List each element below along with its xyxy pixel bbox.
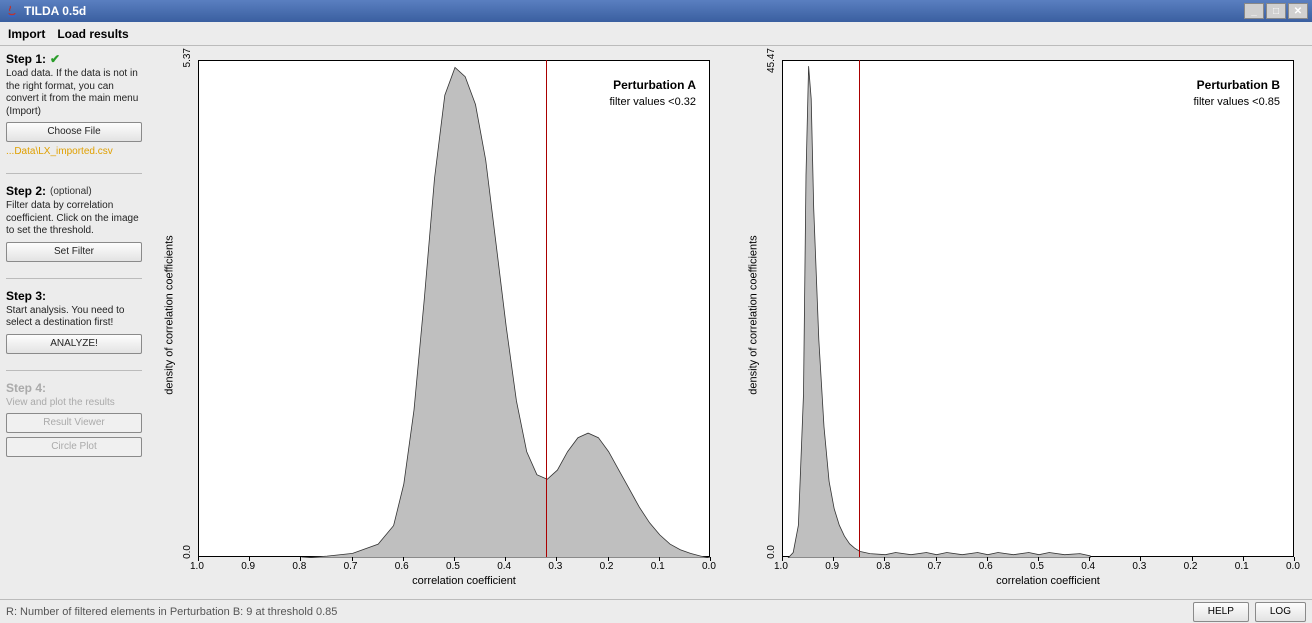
- threshold-line[interactable]: [859, 60, 860, 557]
- statusbar: R: Number of filtered elements in Pertur…: [0, 599, 1312, 623]
- step-2: Step 2: (optional) Filter data by correl…: [6, 184, 142, 262]
- y-axis-label: density of correlation coefficients: [748, 235, 760, 394]
- minimize-button[interactable]: _: [1244, 3, 1264, 19]
- step-4: Step 4: View and plot the results Result…: [6, 381, 142, 458]
- status-text: R: Number of filtered elements in Pertur…: [6, 606, 1187, 618]
- step-2-title: Step 2: (optional): [6, 184, 142, 198]
- java-icon: [4, 3, 20, 19]
- loaded-file-label: ...Data\LX_imported.csv: [6, 146, 142, 157]
- x-tick: 0.1: [1235, 561, 1249, 572]
- charts-area: 1.0 0.9 0.8 0.7 0.6 0.5 0.4 0.3 0.2 0.1 0.0 0.0 5.37…: [148, 46, 1312, 599]
- step-1-title-text: Step 1:: [6, 52, 46, 66]
- x-tick: 0.5: [446, 561, 460, 572]
- y-tick: 0.0: [182, 545, 193, 559]
- x-tick: 0.7: [344, 561, 358, 572]
- x-axis-label: correlation coefficient: [404, 575, 524, 587]
- y-tick: 5.37: [182, 48, 193, 67]
- x-tick: 0.4: [1081, 561, 1095, 572]
- step-4-title: Step 4:: [6, 381, 142, 395]
- chart-perturbation-b[interactable]: 1.00.90.80.70.60.50.40.30.20.10.00.045.4…: [734, 54, 1304, 597]
- step-4-text: View and plot the results: [6, 397, 142, 410]
- menubar: Import Load results: [0, 22, 1312, 46]
- x-tick: 0.3: [548, 561, 562, 572]
- menu-import[interactable]: Import: [8, 27, 45, 41]
- x-tick: 0.8: [292, 561, 306, 572]
- main: Step 1: ✔ Load data. If the data is not …: [0, 46, 1312, 599]
- menu-load-results[interactable]: Load results: [57, 27, 128, 41]
- step-2-title-text: Step 2:: [6, 184, 46, 198]
- analyze-button[interactable]: ANALYZE!: [6, 334, 142, 354]
- window-controls: _ □ ✕: [1244, 3, 1308, 19]
- step-1: Step 1: ✔ Load data. If the data is not …: [6, 52, 142, 157]
- x-tick: 1.0: [190, 561, 204, 572]
- x-tick: 0.6: [395, 561, 409, 572]
- x-tick: 0.0: [702, 561, 716, 572]
- chart-perturbation-a[interactable]: 1.00.90.80.70.60.50.40.30.20.10.00.05.37…: [150, 54, 720, 597]
- set-filter-button[interactable]: Set Filter: [6, 242, 142, 262]
- chart-title: Perturbation B: [1197, 78, 1280, 92]
- chart-subtitle: filter values <0.32: [609, 96, 696, 108]
- divider: [6, 278, 142, 279]
- help-button[interactable]: HELP: [1193, 602, 1249, 622]
- threshold-line[interactable]: [546, 60, 547, 557]
- maximize-button[interactable]: □: [1266, 3, 1286, 19]
- step-3: Step 3: Start analysis. You need to sele…: [6, 289, 142, 354]
- step-1-text: Load data. If the data is not in the rig…: [6, 68, 142, 118]
- x-tick: 0.9: [825, 561, 839, 572]
- circle-plot-button: Circle Plot: [6, 437, 142, 457]
- x-tick: 0.3: [1132, 561, 1146, 572]
- step-2-note: (optional): [50, 186, 92, 197]
- x-tick: 0.6: [979, 561, 993, 572]
- window-title: TILDA 0.5d: [24, 4, 1244, 18]
- close-button[interactable]: ✕: [1288, 3, 1308, 19]
- step-2-text: Filter data by correlation coefficient. …: [6, 200, 142, 238]
- step-3-text: Start analysis. You need to select a des…: [6, 305, 142, 330]
- step-3-title: Step 3:: [6, 289, 142, 303]
- divider: [6, 173, 142, 174]
- x-tick: 0.8: [876, 561, 890, 572]
- check-icon: ✔: [50, 52, 60, 66]
- x-tick: 0.7: [928, 561, 942, 572]
- sidebar: Step 1: ✔ Load data. If the data is not …: [0, 46, 148, 599]
- x-tick: 0.4: [497, 561, 511, 572]
- x-tick: 0.2: [600, 561, 614, 572]
- x-tick: 0.1: [651, 561, 665, 572]
- x-tick: 0.2: [1184, 561, 1198, 572]
- chart-subtitle: filter values <0.85: [1193, 96, 1280, 108]
- result-viewer-button: Result Viewer: [6, 413, 142, 433]
- y-tick: 0.0: [766, 545, 777, 559]
- x-axis-label: correlation coefficient: [988, 575, 1108, 587]
- choose-file-button[interactable]: Choose File: [6, 122, 142, 142]
- y-axis-label: density of correlation coefficients: [164, 235, 176, 394]
- titlebar: TILDA 0.5d _ □ ✕: [0, 0, 1312, 22]
- x-tick: 0.0: [1286, 561, 1300, 572]
- step-1-title: Step 1: ✔: [6, 52, 142, 66]
- x-tick: 1.0: [774, 561, 788, 572]
- divider: [6, 370, 142, 371]
- x-tick: 0.9: [241, 561, 255, 572]
- chart-title: Perturbation A: [613, 78, 696, 92]
- log-button[interactable]: LOG: [1255, 602, 1306, 622]
- y-tick: 45.47: [766, 48, 777, 73]
- x-tick: 0.5: [1030, 561, 1044, 572]
